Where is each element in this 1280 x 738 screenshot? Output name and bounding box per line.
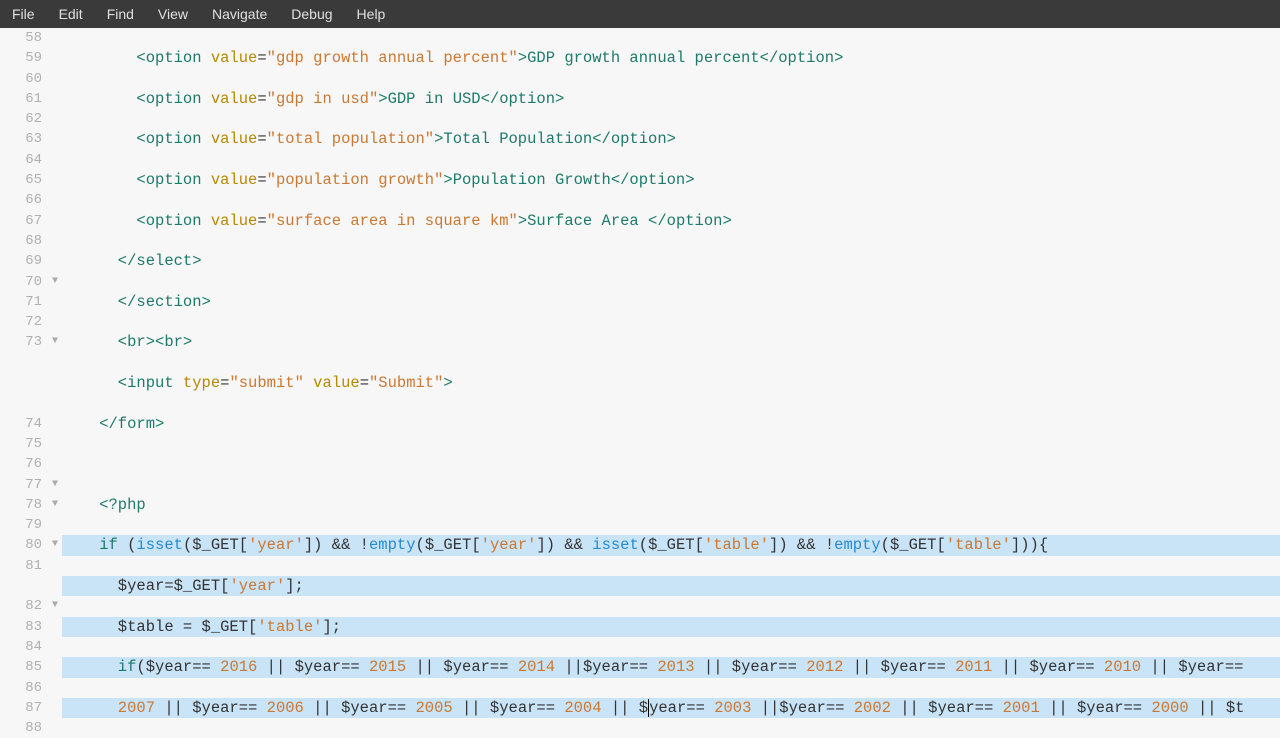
menu-view[interactable]: View <box>146 6 200 22</box>
text-cursor <box>648 699 649 717</box>
code-editor[interactable]: 58 59 60 61 62 63 64 65 66 67 68 69 ▼70 … <box>0 28 1280 718</box>
fold-icon[interactable]: ▼ <box>52 535 58 555</box>
fold-icon[interactable]: ▼ <box>52 272 58 292</box>
menu-bar: File Edit Find View Navigate Debug Help <box>0 0 1280 28</box>
fold-icon[interactable]: ▼ <box>52 332 58 352</box>
menu-navigate[interactable]: Navigate <box>200 6 279 22</box>
fold-icon[interactable]: ▼ <box>52 596 58 616</box>
menu-file[interactable]: File <box>0 6 47 22</box>
menu-debug[interactable]: Debug <box>279 6 344 22</box>
menu-help[interactable]: Help <box>345 6 398 22</box>
code-area[interactable]: <option value="gdp growth annual percent… <box>62 28 1280 718</box>
menu-find[interactable]: Find <box>95 6 146 22</box>
fold-icon[interactable]: ▼ <box>52 475 58 495</box>
selection: if (isset($_GET['year']) && !empty($_GET… <box>62 535 1280 555</box>
line-gutter: 58 59 60 61 62 63 64 65 66 67 68 69 ▼70 … <box>0 28 62 718</box>
fold-icon[interactable]: ▼ <box>52 495 58 515</box>
menu-edit[interactable]: Edit <box>47 6 95 22</box>
